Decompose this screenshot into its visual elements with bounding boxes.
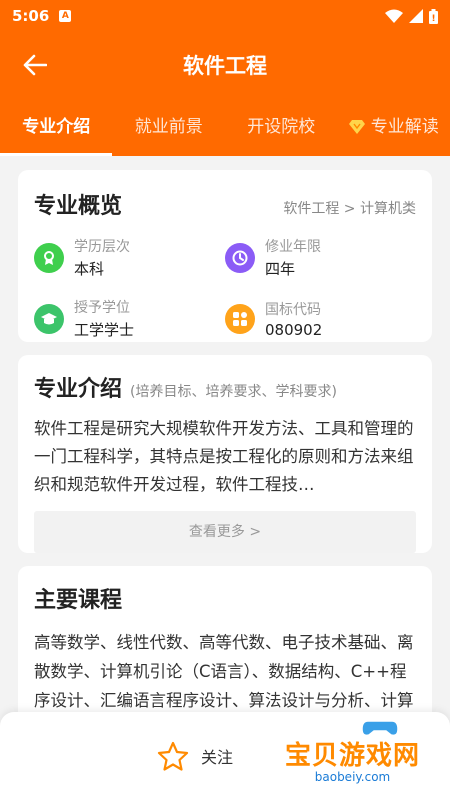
tab-label: 就业前景 xyxy=(134,117,203,137)
notification-a-icon: A xyxy=(59,10,72,22)
tab-label: 专业解读 xyxy=(370,117,439,137)
status-right-icons: ! xyxy=(385,8,438,24)
wifi-icon xyxy=(385,9,403,23)
tab-label: 专业介绍 xyxy=(22,117,91,137)
watermark-url: baobeiy.com xyxy=(314,770,391,784)
overview-title: 专业概览 xyxy=(34,194,123,219)
grid-code-icon xyxy=(225,303,255,334)
bottom-bar: 关注 宝贝游戏网 baobeiy.com xyxy=(0,712,450,800)
overview-item-duration: 修业年限 四年 xyxy=(225,236,416,279)
intro-title: 专业介绍 xyxy=(34,377,123,402)
vip-diamond-icon xyxy=(348,120,365,134)
overview-value: 080902 xyxy=(265,320,323,339)
tab-label: 开设院校 xyxy=(247,117,316,137)
tab-schools[interactable]: 开设院校 xyxy=(225,98,338,156)
tab-major-intro[interactable]: 专业介绍 xyxy=(0,98,113,156)
back-button[interactable] xyxy=(20,50,50,80)
watermark-text: 宝贝游戏网 xyxy=(284,741,420,771)
overview-value: 本科 xyxy=(74,260,105,278)
clock-icon xyxy=(225,242,255,273)
intro-card: 专业介绍 (培养目标、培养要求、学科要求) 软件工程是研究大规模软件开发方法、工… xyxy=(18,355,432,553)
graduation-cap-icon xyxy=(34,303,64,334)
star-icon xyxy=(157,741,189,771)
status-bar: 5:06 A ! xyxy=(0,0,450,32)
watermark-logo: 宝贝游戏网 baobeiy.com xyxy=(284,720,420,784)
overview-card: 专业概览 软件工程 > 计算机类 学历层次 本科 修业年限 四年 授予学位 工学… xyxy=(18,170,432,342)
tab-employment[interactable]: 就业前景 xyxy=(113,98,226,156)
svg-text:!: ! xyxy=(431,14,435,24)
see-more-button[interactable]: 查看更多 > xyxy=(34,511,416,553)
signal-icon xyxy=(409,9,423,23)
title-bar: 软件工程 xyxy=(0,32,450,98)
overview-label: 修业年限 xyxy=(265,239,321,255)
intro-subtitle: (培养目标、培养要求、学科要求) xyxy=(130,384,337,400)
overview-grid: 学历层次 本科 修业年限 四年 授予学位 工学学士 国标代码 080902 xyxy=(34,236,416,340)
degree-level-icon xyxy=(34,242,64,273)
overview-item-degree-level: 学历层次 本科 xyxy=(34,236,225,279)
tab-major-interpretation[interactable]: 专业解读 xyxy=(338,98,450,156)
overview-label: 授予学位 xyxy=(74,300,130,316)
overview-label: 国标代码 xyxy=(265,301,321,318)
overview-value: 工学学士 xyxy=(74,321,135,339)
overview-value: 四年 xyxy=(265,260,296,278)
intro-body: 软件工程是研究大规模软件开发方法、工具和管理的一门工程科学，其特点是按工程化的原… xyxy=(34,419,414,494)
page-title: 软件工程 xyxy=(183,54,267,78)
tab-bar: 专业介绍 就业前景 开设院校 专业解读 xyxy=(0,98,450,156)
courses-title: 主要课程 xyxy=(34,588,123,613)
follow-label: 关注 xyxy=(200,748,233,767)
overview-item-code: 国标代码 080902 xyxy=(225,297,416,340)
overview-item-degree: 授予学位 工学学士 xyxy=(34,297,225,340)
app-header: 5:06 A ! 软件工程 专业介绍 就业前景 开设院校 专业解读 xyxy=(0,0,450,156)
follow-button[interactable]: 关注 xyxy=(157,741,233,771)
battery-icon: ! xyxy=(429,8,438,24)
overview-label: 学历层次 xyxy=(74,239,130,255)
gamepad-icon xyxy=(361,720,399,737)
breadcrumb: 软件工程 > 计算机类 xyxy=(283,201,416,217)
arrow-left-icon xyxy=(23,54,47,76)
status-time: 5:06 xyxy=(12,7,50,25)
